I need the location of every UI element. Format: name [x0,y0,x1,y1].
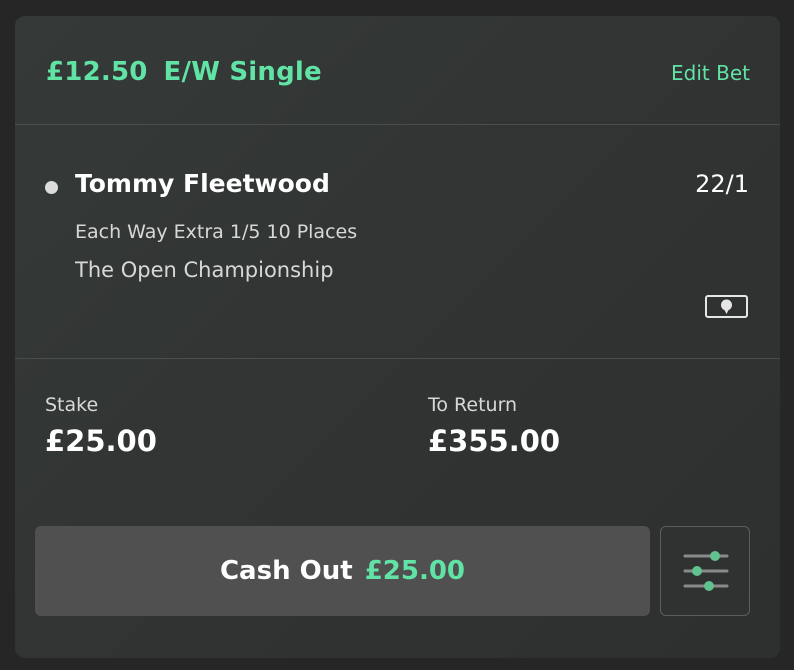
bet-title: £12.50 E/W Single [46,57,322,87]
bet-card: £12.50 E/W Single Edit Bet Tommy Fleetwoo… [15,16,780,658]
live-stream-icon[interactable] [705,295,748,320]
cash-out-label: Cash Out [219,556,353,586]
bet-header: £12.50 E/W Single Edit Bet [15,16,780,125]
to-return-value: £355.00 [428,424,561,458]
market-description: Each Way Extra 1/5 10 Places [75,221,358,243]
selection-bullet [45,181,58,194]
cash-out-settings-button[interactable] [660,526,750,616]
sliders-icon [683,551,729,591]
event-name: The Open Championship [75,258,334,282]
stake-label: Stake [45,394,99,416]
selection-details: Tommy Fleetwood 22/1 Each Way Extra 1/5 … [15,125,780,359]
cash-out-amount: £25.00 [364,556,466,586]
to-return-label: To Return [428,394,518,416]
stake-value: £25.00 [45,424,157,458]
edit-bet-link[interactable]: Edit Bet [671,61,750,85]
selection-odds: 22/1 [695,170,749,198]
bet-type: E/W Single [163,57,322,87]
bet-header-stake: £12.50 [46,57,148,87]
runner-name: Tommy Fleetwood [75,169,330,198]
cash-out-button[interactable]: Cash Out £25.00 [35,526,650,616]
